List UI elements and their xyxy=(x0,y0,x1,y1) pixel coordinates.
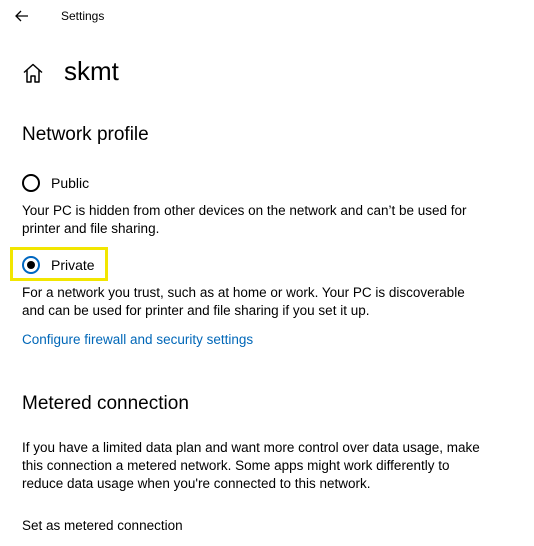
public-radio-button[interactable] xyxy=(22,174,40,192)
public-radio-label: Public xyxy=(51,175,90,191)
configure-firewall-link[interactable]: Configure firewall and security settings xyxy=(22,332,253,347)
private-radio-label: Private xyxy=(51,257,95,273)
metered-description: If you have a limited data plan and want… xyxy=(22,440,480,491)
title-bar: Settings xyxy=(0,0,534,32)
private-radio-option[interactable]: Private xyxy=(22,254,95,276)
back-button[interactable] xyxy=(10,4,34,28)
set-metered-label: Set as metered connection xyxy=(22,518,183,533)
metered-connection-heading: Metered connection xyxy=(22,393,189,414)
settings-window: Settings skmt Network profile Public You… xyxy=(0,0,534,546)
home-icon[interactable] xyxy=(22,62,44,84)
app-title: Settings xyxy=(61,9,105,23)
public-description: Your PC is hidden from other devices on … xyxy=(22,203,467,236)
network-profile-heading: Network profile xyxy=(22,124,149,145)
page-title: skmt xyxy=(64,56,119,86)
private-radio-button[interactable] xyxy=(22,256,40,274)
public-radio-option[interactable]: Public xyxy=(22,172,89,194)
private-description: For a network you trust, such as at home… xyxy=(22,285,465,318)
arrow-left-icon xyxy=(15,10,28,22)
